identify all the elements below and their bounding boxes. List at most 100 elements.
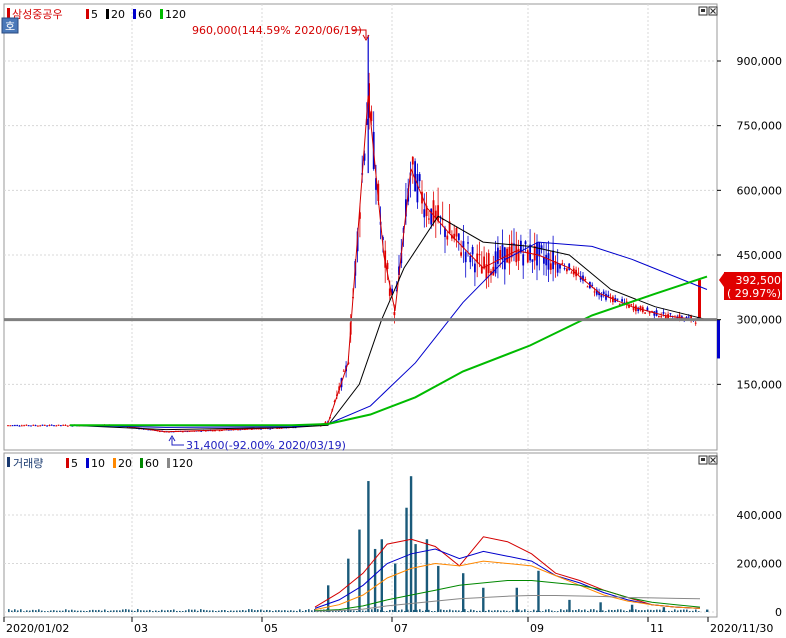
volume-bar: [665, 611, 667, 612]
volume-bar: [593, 609, 595, 612]
candle-body: [499, 249, 502, 259]
volume-bar: [278, 610, 280, 612]
volume-bar: [692, 610, 694, 612]
volume-bar: [149, 609, 151, 612]
x-tick-label: 07: [394, 622, 408, 634]
mode-toggle-label: 호: [5, 20, 15, 33]
candle-body: [687, 316, 690, 318]
volume-bar: [341, 610, 343, 612]
volume-bar: [563, 610, 565, 612]
candle-body: [644, 312, 646, 314]
volume-bar: [173, 609, 175, 612]
candle-body: [602, 291, 605, 295]
legend-marker: [160, 9, 163, 19]
volume-bar: [134, 610, 136, 612]
volume-bar: [155, 610, 157, 612]
volume-bar: [89, 610, 91, 612]
price-tick-label: 600,000: [737, 184, 783, 197]
volume-bar: [161, 609, 163, 612]
volume-bar: [188, 609, 190, 612]
volume-bar: [599, 602, 602, 612]
candle-body: [593, 291, 596, 293]
candle-body: [616, 298, 619, 300]
candle-body: [538, 242, 541, 257]
legend-marker: [7, 8, 10, 18]
candle-body: [497, 247, 499, 264]
legend-marker: [7, 457, 10, 467]
volume-bar: [414, 544, 417, 612]
mode-toggle-button[interactable]: 호: [1, 17, 19, 34]
volume-bar: [521, 610, 523, 612]
price-tick-label: 300,000: [737, 314, 783, 327]
volume-bar: [641, 610, 643, 612]
volume-bar: [686, 609, 688, 612]
low-annotation: 31,400(-92.00% 2020/03/19): [168, 435, 346, 452]
candle-body: [524, 241, 527, 245]
volume-bar: [119, 610, 121, 612]
volume-bar: [542, 611, 544, 612]
legend-item-120: 120: [165, 8, 186, 21]
candle-body: [437, 205, 439, 222]
candle-body: [669, 313, 672, 315]
volume-bar: [104, 609, 106, 612]
volume-bar: [224, 610, 226, 612]
current-change: ( 29.97%): [727, 287, 781, 300]
current-price: 392,500: [736, 274, 782, 287]
volume-bar: [110, 610, 112, 612]
volume-bar: [509, 611, 511, 612]
volume-bar: [194, 609, 196, 612]
volume-bar: [371, 609, 373, 612]
candle-body: [478, 254, 481, 256]
x-tick-label: 11: [650, 622, 664, 634]
volume-bar: [706, 609, 709, 612]
candle-body: [660, 316, 663, 318]
volume-bar: [551, 610, 553, 612]
candle-body: [34, 425, 37, 427]
x-tick-label: 2020/11/30: [710, 622, 773, 634]
candle-body: [23, 425, 25, 427]
volume-bar: [662, 607, 666, 612]
volume-bar: [674, 609, 676, 612]
volume-bar: [530, 611, 532, 612]
legend-item-5: 5: [91, 8, 98, 21]
volume-bar: [71, 609, 73, 612]
volume-bar: [680, 609, 682, 612]
volume-bar: [242, 610, 244, 612]
volume-bar: [596, 610, 598, 612]
volume-bar: [257, 609, 259, 612]
volume-bar: [293, 610, 295, 612]
legend-marker: [66, 458, 69, 468]
volume-bar: [683, 609, 685, 612]
candle-body: [18, 425, 21, 427]
volume-bar: [281, 610, 283, 612]
volume-bar: [38, 609, 40, 612]
volume-bar: [311, 610, 313, 612]
x-tick-label: 05: [264, 622, 278, 634]
volume-bar: [449, 609, 451, 612]
volume-bar: [413, 609, 415, 612]
volume-bar: [494, 610, 496, 612]
candle-body: [621, 299, 623, 302]
volume-bar: [152, 611, 154, 612]
volume-bar: [572, 610, 574, 612]
candle-body: [11, 425, 14, 427]
candle-body: [536, 242, 538, 266]
volume-bar: [458, 610, 460, 612]
high-annotation-text: 960,000(144.59% 2020/06/19): [192, 24, 362, 37]
volume-bar: [8, 609, 10, 612]
volume-bar: [602, 610, 604, 612]
candle-body: [9, 425, 12, 427]
volume-bar: [512, 609, 514, 612]
volume-tick-label: 200,000: [737, 558, 783, 571]
candle-body: [46, 425, 48, 427]
volume-title: 거래량: [13, 457, 43, 470]
candle-body: [48, 424, 51, 426]
volume-bar: [455, 610, 457, 612]
volume-bar: [113, 610, 115, 612]
volume-bar: [206, 610, 208, 612]
legend-marker: [167, 458, 170, 468]
volume-bar: [518, 609, 520, 612]
candle-body: [66, 425, 69, 427]
legend-item-60: 60: [138, 8, 152, 21]
candle-body: [418, 174, 421, 182]
